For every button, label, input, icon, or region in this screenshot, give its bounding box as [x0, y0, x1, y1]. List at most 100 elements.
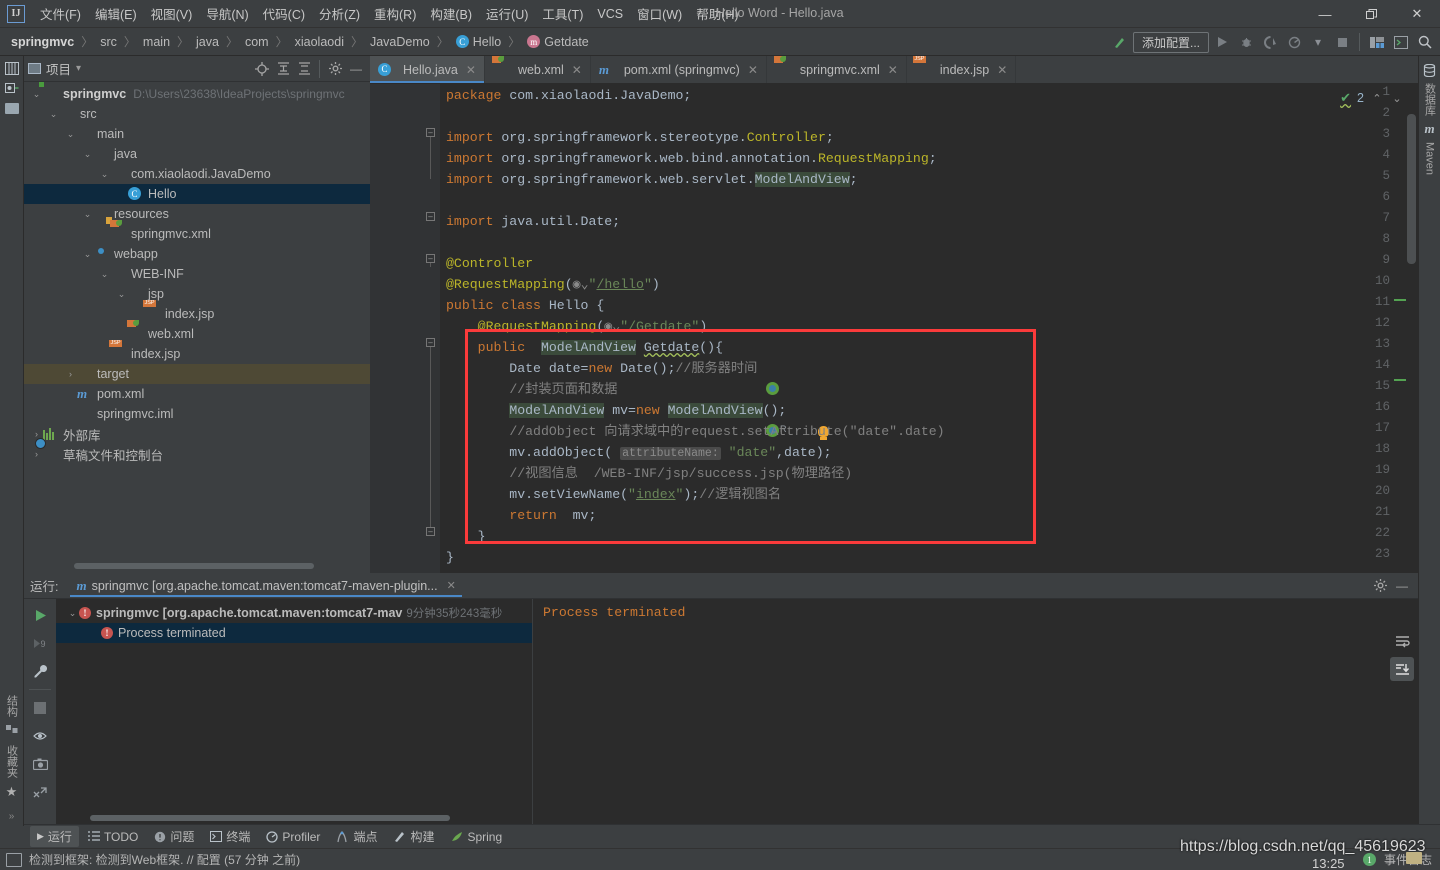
soft-wrap-icon[interactable]	[1390, 629, 1414, 653]
code-line[interactable]: return mv;	[440, 505, 1418, 526]
code-line[interactable]	[440, 106, 1418, 127]
project-tree-item[interactable]: C Hello	[24, 184, 370, 204]
rerun-button[interactable]	[27, 603, 53, 627]
fold-marker-method-end[interactable]: –	[426, 527, 435, 536]
search-icon[interactable]	[1414, 31, 1436, 53]
breadcrumb-item[interactable]: src	[97, 33, 120, 51]
close-button[interactable]: ✕	[1394, 0, 1440, 28]
project-tree-item[interactable]: index.jsp	[24, 344, 370, 364]
chevron-down-icon[interactable]: ⌄	[64, 129, 77, 140]
run-button[interactable]	[1211, 31, 1233, 53]
project-tree-item[interactable]: springmvc.xml	[24, 224, 370, 244]
wrench-icon[interactable]	[27, 659, 53, 683]
build-hammer-icon[interactable]	[1109, 31, 1131, 53]
sidebar-item-maven[interactable]: Maven	[1424, 139, 1436, 178]
tool-window-button[interactable]: 终端	[203, 826, 257, 847]
minimize-button[interactable]: —	[1302, 0, 1348, 28]
project-tree-item[interactable]: index.jsp	[24, 304, 370, 324]
menu-item[interactable]: 分析(Z)	[312, 1, 367, 26]
editor-tab[interactable]: m pom.xml (springmvc) ✕	[591, 56, 767, 83]
project-tree[interactable]: ⌄ springmvc D:\Users\23638\IdeaProjects\sp…	[24, 82, 370, 570]
breadcrumb-item[interactable]: m Getdate	[524, 33, 591, 51]
status-message[interactable]: 检测到框架: 检测到Web框架. // 配置 (57 分钟 之前)	[29, 851, 300, 868]
project-tree-item[interactable]: › 草稿文件和控制台	[24, 444, 370, 464]
code-line[interactable]: import org.springframework.web.bind.anno…	[440, 148, 1418, 169]
project-tree-item[interactable]: ⌄ com.xiaolaodi.JavaDemo	[24, 164, 370, 184]
code-line[interactable]: mv.addObject( attributeName: "date",date…	[440, 442, 1418, 463]
star-icon[interactable]: ★	[1, 782, 23, 802]
project-tree-item[interactable]: › 外部库	[24, 424, 370, 444]
menu-item[interactable]: 代码(C)	[256, 1, 312, 26]
stop-button[interactable]	[1331, 31, 1353, 53]
tool-window-button[interactable]: Spring	[443, 828, 509, 846]
code-line[interactable]: ModelAndView mv=new ModelAndView();	[440, 400, 1418, 421]
gear-icon[interactable]	[325, 59, 345, 79]
eye-icon[interactable]	[27, 724, 53, 748]
code-line[interactable]: //addObject 向请求域中的request.setAttribute("…	[440, 421, 1418, 442]
menu-item[interactable]: 文件(F)	[33, 1, 88, 26]
tool-window-button[interactable]: ▶ 运行	[30, 826, 79, 847]
database-icon[interactable]	[1419, 60, 1440, 80]
menu-item[interactable]: 工具(T)	[535, 1, 590, 26]
previous-problem-icon[interactable]: ⌃	[1370, 92, 1384, 105]
profiler-icon[interactable]	[1283, 31, 1305, 53]
chevron-down-icon[interactable]: ⌄	[98, 269, 111, 280]
hide-run-window-button[interactable]: —	[1392, 576, 1412, 596]
project-tree-item[interactable]: ⌄ main	[24, 124, 370, 144]
coverage-icon[interactable]	[1259, 31, 1281, 53]
code-line[interactable]: public ModelAndView Getdate(){	[440, 337, 1418, 358]
fold-marker-import-java[interactable]: –	[426, 212, 435, 221]
expand-strip-icon[interactable]: »	[1, 806, 23, 826]
fold-marker-imports[interactable]: –	[426, 128, 435, 137]
breadcrumb-item[interactable]: com	[242, 33, 272, 51]
chevron-right-icon[interactable]: ›	[30, 449, 43, 459]
chevron-down-icon[interactable]: ⌄	[81, 209, 94, 220]
bookmarks-icon[interactable]	[1, 721, 23, 741]
menu-item[interactable]: 构建(B)	[423, 1, 479, 26]
menu-item[interactable]: 编辑(E)	[88, 1, 144, 26]
code-line[interactable]: mv.setViewName("index");//逻辑视图名	[440, 484, 1418, 505]
editor-vertical-scrollbar[interactable]	[1407, 114, 1416, 569]
code-line[interactable]: import org.springframework.web.servlet.M…	[440, 169, 1418, 190]
code-line[interactable]: import java.util.Date;	[440, 211, 1418, 232]
close-icon[interactable]: ✕	[888, 63, 898, 77]
sidebar-item-structure[interactable]: 结构	[4, 691, 20, 721]
project-tree-item[interactable]: › target	[24, 364, 370, 384]
code-line[interactable]: public class Hello {	[440, 295, 1418, 316]
chevron-down-icon[interactable]: ▾	[1307, 31, 1329, 53]
code-editor[interactable]: 1 2 3 4 5 6 7 8 9 10 11 12 13 14 15 16 17 18 19 20 21 22 23 – …	[370, 84, 1418, 573]
menu-item[interactable]: 重构(R)	[367, 1, 423, 26]
rerun-failed-icon[interactable]: 9	[27, 631, 53, 655]
chevron-down-icon[interactable]: ⌄	[115, 289, 128, 300]
breadcrumb-item[interactable]: xiaolaodi	[292, 33, 347, 51]
tool-window-button[interactable]: Profiler	[259, 828, 327, 846]
menu-item[interactable]: 导航(N)	[199, 1, 255, 26]
project-tree-item[interactable]: ⌄ java	[24, 144, 370, 164]
folder-icon[interactable]	[1, 98, 23, 118]
run-tree-row[interactable]: ! Process terminated	[56, 623, 532, 643]
menu-item[interactable]: VCS	[590, 4, 630, 24]
breadcrumb-item[interactable]: java	[193, 33, 222, 51]
tool-window-button[interactable]: 问题	[147, 826, 201, 847]
code-line[interactable]: //视图信息 /WEB-INF/jsp/success.jsp(物理路径)	[440, 463, 1418, 484]
project-tree-item[interactable]: ⌄ src	[24, 104, 370, 124]
maven-m-icon[interactable]: m	[1419, 119, 1440, 139]
next-problem-icon[interactable]: ⌄	[1390, 92, 1404, 105]
memory-indicator-icon[interactable]	[6, 852, 22, 867]
collapse-all-icon[interactable]	[294, 59, 314, 79]
project-tree-item[interactable]: web.xml	[24, 324, 370, 344]
project-tree-item[interactable]: ⌄ webapp	[24, 244, 370, 264]
breadcrumb-item[interactable]: springmvc	[8, 33, 77, 51]
chevron-down-icon[interactable]: ⌄	[81, 149, 94, 160]
menu-item[interactable]: 视图(V)	[144, 1, 200, 26]
project-horizontal-scrollbar[interactable]	[74, 563, 366, 571]
breadcrumb-item[interactable]: JavaDemo	[367, 33, 433, 51]
run-console-output[interactable]: Process terminated	[532, 599, 1418, 827]
chevron-down-icon[interactable]: ⌄	[98, 169, 111, 180]
code-line[interactable]: package com.xiaolaodi.JavaDemo;	[440, 85, 1418, 106]
project-tree-item[interactable]: springmvc.iml	[24, 404, 370, 424]
stop-button[interactable]	[27, 696, 53, 720]
chevron-right-icon[interactable]: ›	[64, 369, 77, 379]
editor-tab[interactable]: C Hello.java ✕	[370, 56, 485, 83]
sidebar-item-favorites[interactable]: 收藏夹	[4, 741, 20, 782]
